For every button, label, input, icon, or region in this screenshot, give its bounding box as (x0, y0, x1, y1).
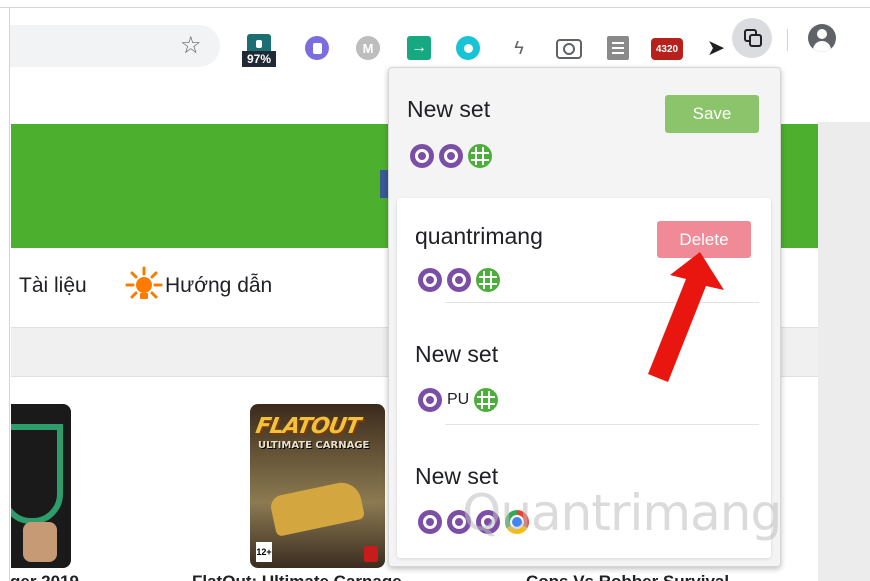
fps-badge: 97% (242, 51, 276, 67)
chrome-icon (505, 510, 529, 534)
nav-item-tai-lieu[interactable]: Tài liệu (19, 274, 87, 298)
opera-icon (410, 144, 434, 168)
lightning-bolt-icon[interactable]: ϟ (507, 36, 531, 60)
set-name-new-set: New set (415, 341, 499, 367)
nav-item-huong-dan[interactable]: Hướng dẫn (165, 274, 272, 298)
social-button[interactable] (380, 170, 388, 198)
opera-icon (439, 144, 463, 168)
copy-icon-front (749, 34, 762, 47)
globe-icon (468, 144, 492, 168)
publisher-logo (364, 546, 378, 562)
set-separator (445, 424, 759, 425)
counter-extension-icon[interactable]: 4320 (651, 38, 683, 60)
opera-icon (447, 510, 471, 534)
window-left-edge (0, 8, 10, 581)
car-graphic (268, 479, 366, 537)
opera-icon (418, 510, 442, 534)
game-caption-left[interactable]: ger 2019 (10, 572, 79, 581)
set-name-quantrimang: quantrimang (415, 223, 543, 249)
shield-graphic (11, 424, 63, 524)
age-rating-badge: 12+ (256, 542, 272, 562)
purple-extension-icon[interactable] (305, 36, 329, 60)
game-box-subtitle: ULTIMATE CARNAGE (258, 440, 370, 451)
m-extension-icon[interactable]: M (356, 36, 380, 60)
set-icon-row[interactable] (418, 510, 529, 534)
set-name-new-set-2: New set (415, 463, 499, 489)
globe-icon (476, 268, 500, 292)
fist-graphic (23, 522, 57, 562)
save-button[interactable]: Save (665, 95, 759, 133)
fps-monitor-extension-icon[interactable]: 97% (242, 34, 276, 72)
game-box-title: FLATOUT (253, 414, 362, 439)
teal-circle-extension-icon[interactable] (456, 36, 480, 60)
new-set-title: New set (407, 96, 491, 122)
green-arrow-extension-icon[interactable]: → (407, 36, 431, 60)
tab-sets-extension-button[interactable] (732, 18, 772, 58)
bookmark-star-icon[interactable]: ☆ (180, 33, 202, 59)
set-icon-row[interactable]: PU (418, 388, 499, 412)
game-caption-cops[interactable]: Cops Vs Robber Survival (526, 572, 729, 581)
toolbar-divider (787, 29, 788, 51)
game-thumbnail-left[interactable] (11, 404, 71, 568)
pu-label: PU (447, 391, 470, 408)
lightbulb-sun-icon (125, 266, 163, 299)
new-set-icon-row (410, 144, 492, 168)
opera-icon (447, 268, 471, 292)
camera-icon[interactable] (556, 39, 582, 59)
document-extension-icon[interactable] (607, 36, 629, 60)
profile-avatar-icon[interactable] (808, 24, 836, 52)
red-arrow-annotation (648, 252, 724, 382)
game-caption-flatout[interactable]: FlatOut: Ultimate Carnage (192, 572, 402, 581)
page-gray-margin (818, 122, 870, 581)
set-icon-row[interactable] (418, 268, 500, 292)
opera-icon (418, 268, 442, 292)
opera-icon (418, 388, 442, 412)
globe-icon (474, 388, 499, 412)
window-top-edge (0, 0, 870, 8)
opera-icon (476, 510, 500, 534)
cursor-arrow-icon[interactable]: ➤ (704, 36, 728, 60)
game-thumbnail-flatout[interactable]: FLATOUT ULTIMATE CARNAGE 12+ (250, 404, 385, 568)
